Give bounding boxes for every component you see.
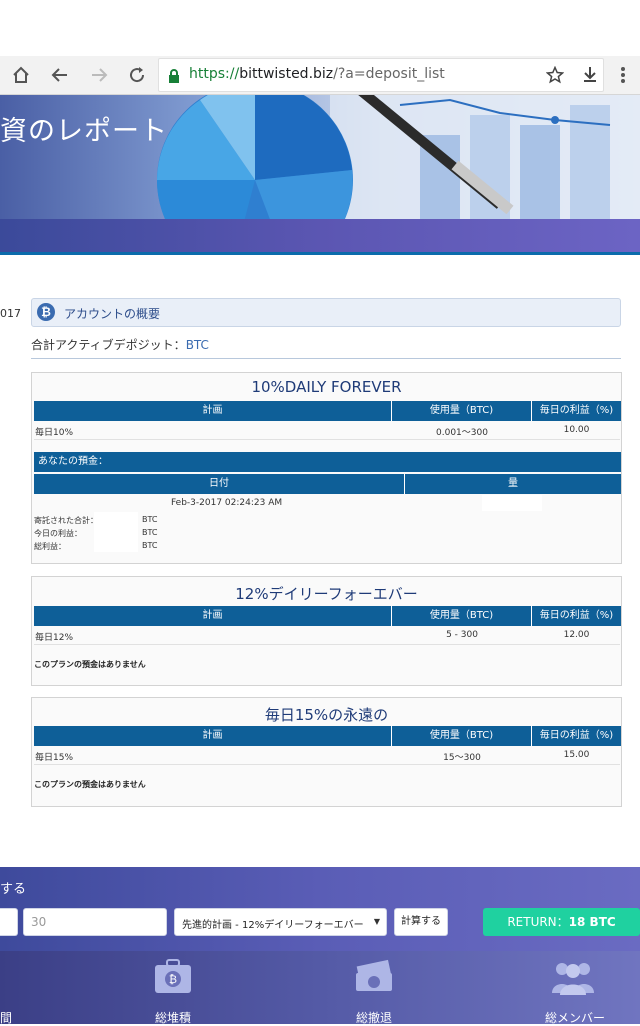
plan-range: 5 - 300 (446, 630, 478, 640)
period-input[interactable] (0, 908, 18, 936)
account-overview-title: アカウントの概要 (64, 307, 161, 321)
forward-icon[interactable] (86, 62, 112, 88)
amount-value: 30 (31, 915, 47, 929)
plan-panel-10: 10%DAILY FOREVER 計画 使用量（BTC) 毎日の利益（%) 毎日… (31, 372, 622, 564)
total-profit-label: 総利益： (34, 542, 66, 551)
column-header-amount: 使用量（BTC) (392, 401, 532, 421)
plan-name: 毎日12% (35, 633, 74, 643)
plan-range: 15〜300 (443, 753, 481, 763)
plan-name: 毎日10% (35, 428, 74, 438)
plan-panel-12: 12%デイリーフォーエバー 計画 使用量（BTC) 毎日の利益（%) 毎日12%… (31, 576, 622, 686)
plan-range: 0.001〜300 (436, 428, 488, 438)
page-title: 資のレポート (0, 116, 168, 147)
deposits-header: あなたの預金： (34, 452, 621, 472)
bitcoin-safe-icon: ₿ (153, 959, 193, 999)
hero-banner: 資のレポート (0, 95, 640, 219)
total-deposited-unit: BTC (142, 515, 158, 524)
column-header-quantity: 量 (405, 474, 621, 494)
return-result: RETURN：18 BTC (483, 908, 640, 936)
download-icon[interactable] (582, 66, 598, 88)
total-profit-unit: BTC (142, 541, 158, 550)
menu-more-icon[interactable] (610, 62, 636, 88)
calculator-title: する (0, 882, 27, 897)
money-stack-icon (352, 959, 396, 999)
plan-select-value: 先進的計画 - 12%デイリーフォーエバー (182, 920, 364, 931)
today-profit-unit: BTC (142, 528, 158, 537)
stat-label-total-deposit: 総堆積 (154, 1011, 191, 1025)
plan-profit: 15.00 (563, 750, 590, 760)
no-deposits-message: このプランの預金はありません (34, 780, 146, 789)
address-bar[interactable]: https://bittwisted.biz/?a=deposit_list (158, 58, 604, 92)
plan-title: 10%DAILY FOREVER (251, 378, 402, 396)
profit-calculator: する 30 先進的計画 - 12%デイリーフォーエバー ▼ 計算する RETUR… (0, 867, 640, 951)
column-header-amount: 使用量（BTC) (392, 606, 532, 626)
today-profit-label: 今日の利益： (34, 529, 82, 538)
column-header-profit: 毎日の利益（%) (532, 726, 621, 746)
plan-title: 12%デイリーフォーエバー (235, 585, 418, 603)
divider (31, 358, 621, 359)
users-icon (550, 959, 596, 999)
stat-label-period: 間 (0, 1011, 13, 1025)
account-overview-header: ₿ アカウントの概要 (31, 298, 621, 327)
bookmark-star-icon[interactable] (545, 65, 565, 88)
stat-label-total-members: 総メンバー (544, 1011, 605, 1025)
url-text: https://bittwisted.biz/?a=deposit_list (189, 66, 445, 82)
column-header-plan: 計画 (34, 401, 392, 421)
column-header-plan: 計画 (34, 606, 392, 626)
stats-bar: 間 ₿ 総堆積 総撤退 総メンバー (0, 951, 640, 1025)
chevron-down-icon: ▼ (373, 917, 380, 926)
plan-select[interactable]: 先進的計画 - 12%デイリーフォーエバー ▼ (174, 908, 387, 936)
header-band (0, 219, 640, 252)
back-icon[interactable] (47, 62, 73, 88)
bitcoin-icon: ₿ (37, 303, 55, 321)
calculate-button[interactable]: 計算する (394, 908, 448, 936)
reload-icon[interactable] (124, 62, 150, 88)
lock-icon (168, 68, 180, 87)
svg-text:₿: ₿ (169, 973, 177, 986)
redacted-area (94, 512, 138, 552)
plan-title: 毎日15%の永遠の (264, 706, 389, 724)
column-header-profit: 毎日の利益（%) (532, 606, 621, 626)
total-deposited-label: 寄託された合計： (34, 516, 98, 525)
sidebar-year-fragment: 017 (0, 307, 21, 320)
redacted-area (482, 495, 542, 511)
browser-toolbar: https://bittwisted.biz/?a=deposit_list (0, 56, 640, 95)
column-header-amount: 使用量（BTC) (392, 726, 532, 746)
plan-profit: 12.00 (563, 630, 590, 640)
plan-panel-15: 毎日15%の永遠の 計画 使用量（BTC) 毎日の利益（%) 毎日15% 15〜… (31, 697, 622, 807)
plan-profit: 10.00 (563, 425, 590, 435)
column-header-date: 日付 (34, 474, 405, 494)
deposit-date: Feb-3-2017 02:24:23 AM (171, 498, 283, 508)
stat-label-total-withdraw: 総撤退 (355, 1011, 392, 1025)
column-header-profit: 毎日の利益（%) (532, 401, 621, 421)
column-header-plan: 計画 (34, 726, 392, 746)
amount-input[interactable]: 30 (23, 908, 167, 936)
home-icon[interactable] (8, 62, 34, 88)
plan-name: 毎日15% (35, 753, 74, 763)
active-deposit-total: 合計アクティブデポジット：BTC (31, 338, 209, 352)
no-deposits-message: このプランの預金はありません (34, 660, 146, 669)
